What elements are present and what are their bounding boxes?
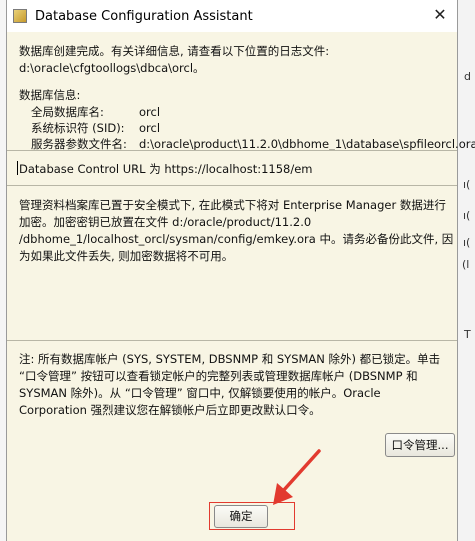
account-note: 注: 所有数据库帐户 (SYS, SYSTEM, DBSNMP 和 SYSMAN… — [19, 351, 440, 419]
secure-mode-text: 管理资料档案库已置于安全模式下, 在此模式下将对 Enterprise Mana… — [19, 197, 453, 265]
close-button[interactable]: ✕ — [431, 6, 449, 24]
info-header: 数据库信息: — [19, 88, 81, 102]
secure-mode-line: 管理资料档案库已置于安全模式下, 在此模式下将对 Enterprise Mana… — [19, 198, 446, 212]
secure-mode-line: /dbhome_1/localhost_orcl/sysman/config/e… — [19, 232, 454, 246]
secure-mode-line: 为如果此文件丢失, 则加密数据将不可用。 — [19, 249, 234, 263]
separator — [7, 185, 457, 186]
password-management-button[interactable]: 口令管理... — [385, 433, 455, 457]
info-label: 系统标识符 (SID): — [31, 121, 125, 135]
note-line: SYSMAN 除外)。从 “口令管理” 窗口中, 仅解锁要使用的帐户。Oracl… — [19, 386, 381, 400]
text-cursor — [17, 161, 18, 175]
background-window-right: d ı( ı( ı( (l T — [458, 0, 475, 541]
log-path: d:\oracle\cfgtoollogs\dbca\orcl。 — [19, 61, 205, 75]
separator — [7, 340, 457, 341]
note-line: “口令管理” 按钮可以查看锁定帐户的完整列表或管理数据库帐户 (DBSNMP 和 — [19, 369, 418, 383]
info-label: 全局数据库名: — [31, 105, 104, 119]
close-icon: ✕ — [433, 5, 447, 24]
background-text: ı( — [463, 209, 471, 222]
window-title: Database Configuration Assistant — [35, 8, 253, 24]
note-line: Corporation 强烈建议您在解锁帐户后立即更改默认口令。 — [19, 403, 321, 417]
message-area: 数据库创建完成。有关详细信息, 请查看以下位置的日志文件: d:\oracle\… — [7, 32, 475, 541]
creation-summary: 数据库创建完成。有关详细信息, 请查看以下位置的日志文件: d:\oracle\… — [19, 43, 329, 77]
separator — [7, 150, 457, 151]
note-line: 注: 所有数据库帐户 (SYS, SYSTEM, DBSNMP 和 SYSMAN… — [19, 352, 441, 366]
title-bar[interactable]: Database Configuration Assistant ✕ — [7, 0, 457, 32]
background-text: T — [464, 328, 471, 341]
background-text: (l — [462, 258, 470, 271]
secure-mode-line: 加密。加密密钥已放置在文件 d:/oracle/product/11.2.0 — [19, 215, 312, 229]
red-arrow-annotation — [273, 449, 321, 505]
info-sid: 系统标识符 (SID): orcl — [19, 120, 449, 136]
em-url-block[interactable]: Database Control URL 为 https://localhost… — [17, 161, 313, 178]
info-value: orcl — [139, 105, 161, 119]
background-text: d — [464, 70, 471, 83]
database-info: 数据库信息: 全局数据库名: orcl 系统标识符 (SID): orcl 服务… — [19, 87, 475, 152]
dbca-app-icon — [13, 9, 27, 23]
background-text: ı( — [463, 178, 471, 191]
background-text: ı( — [463, 236, 471, 249]
info-value: orcl — [139, 121, 161, 135]
dbca-dialog: Database Configuration Assistant ✕ 数据库创建… — [6, 0, 475, 541]
created-line: 数据库创建完成。有关详细信息, 请查看以下位置的日志文件: — [19, 44, 330, 58]
info-global-db-name: 全局数据库名: orcl — [19, 104, 449, 120]
ok-button[interactable]: 确定 — [214, 505, 268, 528]
em-url-line: Database Control URL 为 https://localhost… — [19, 162, 313, 176]
